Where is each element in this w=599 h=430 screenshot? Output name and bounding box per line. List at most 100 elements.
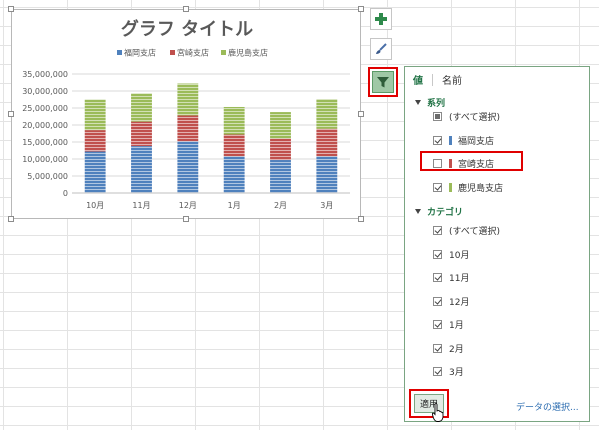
resize-handle-left[interactable] — [8, 111, 14, 117]
checkbox[interactable] — [433, 225, 442, 235]
y-tick-label: 10,000,000 — [22, 155, 68, 164]
select-data-link[interactable]: データの選択... — [516, 400, 579, 413]
y-tick-label: 25,000,000 — [22, 104, 68, 113]
series-item-fukuoka[interactable]: 福岡支店 — [433, 133, 494, 147]
category-item-nov[interactable]: 11月 — [433, 270, 469, 284]
x-tick-label: 2月 — [274, 201, 287, 210]
stacked-column-chart: グラフ タイトル 福岡支店 宮崎支店 鹿児島支店 0 5,000,000 10,000,… — [22, 18, 350, 210]
category-item-jan[interactable]: 1月 — [433, 317, 464, 331]
bar-segment[interactable] — [84, 151, 106, 193]
collapse-triangle-icon — [415, 209, 421, 214]
y-tick-label: 5,000,000 — [27, 172, 68, 181]
bar-segment[interactable] — [270, 112, 291, 139]
bar-segment[interactable] — [316, 156, 338, 193]
hand-cursor-icon — [432, 403, 444, 422]
category-section-header[interactable]: カテゴリ — [415, 205, 463, 218]
bar-segment[interactable] — [270, 138, 291, 161]
category-item-dec[interactable]: 12月 — [433, 294, 469, 308]
x-tick-label: 12月 — [179, 201, 197, 210]
legend-entry[interactable]: 鹿児島支店 — [228, 48, 268, 58]
bar-segment[interactable] — [177, 83, 199, 116]
chart-styles-button[interactable] — [370, 38, 392, 60]
category-item-oct[interactable]: 10月 — [433, 247, 469, 261]
resize-handle-top-right[interactable] — [358, 6, 364, 12]
bar-segment[interactable] — [270, 160, 291, 193]
y-tick-label: 30,000,000 — [22, 87, 68, 96]
resize-handle-top[interactable] — [183, 6, 189, 12]
category-header-label: カテゴリ — [427, 208, 464, 218]
bar-segment[interactable] — [316, 128, 338, 157]
chart-filters-button[interactable] — [368, 67, 398, 97]
series-item-label: 福岡支店 — [458, 136, 495, 147]
bar-segment[interactable] — [223, 106, 245, 135]
checkbox[interactable] — [433, 319, 442, 329]
bar-segment[interactable] — [177, 115, 199, 142]
resize-handle-bottom[interactable] — [183, 216, 189, 222]
legend-swatch — [117, 50, 122, 55]
x-tick-label: 11月 — [132, 201, 150, 210]
category-item-label: (すべて選択) — [449, 226, 501, 237]
checkbox[interactable] — [433, 272, 442, 282]
series-item-label: 鹿児島支店 — [458, 183, 504, 194]
legend-swatch — [221, 50, 226, 55]
x-tick-label: 3月 — [320, 201, 333, 210]
x-tick-label: 1月 — [228, 201, 241, 210]
category-item-label: 12月 — [449, 297, 470, 308]
x-tick-label: 10月 — [86, 201, 104, 210]
bar-segment[interactable] — [131, 146, 152, 193]
checkbox[interactable] — [433, 296, 442, 306]
bar-segment[interactable] — [223, 134, 245, 157]
checkbox[interactable] — [433, 182, 442, 192]
highlight-annotation — [420, 151, 523, 171]
resize-handle-bottom-left[interactable] — [8, 216, 14, 222]
category-item-label: 10月 — [449, 250, 470, 261]
tab-names[interactable]: 名前 — [442, 72, 462, 87]
y-tick-label: 15,000,000 — [22, 138, 68, 147]
plus-icon — [375, 13, 387, 25]
checkbox[interactable] — [433, 135, 442, 145]
resize-handle-top-left[interactable] — [8, 6, 14, 12]
chart-title[interactable]: グラフ タイトル — [121, 18, 253, 40]
checkbox[interactable] — [433, 111, 442, 121]
legend-swatch — [170, 50, 175, 55]
series-item-kagoshima[interactable]: 鹿児島支店 — [433, 180, 503, 194]
tab-values[interactable]: 値 — [413, 72, 423, 87]
bar-segment[interactable] — [131, 121, 152, 147]
checkbox[interactable] — [433, 366, 442, 376]
tab-divider — [432, 73, 433, 86]
bar-segment[interactable] — [177, 141, 199, 193]
chart-elements-button[interactable] — [370, 8, 392, 30]
series-header-label: 系列 — [427, 99, 446, 109]
category-item-mar[interactable]: 3月 — [433, 364, 464, 378]
bar-segment[interactable] — [84, 130, 106, 152]
bar-segment[interactable] — [223, 156, 245, 193]
plot-area[interactable] — [84, 83, 338, 193]
collapse-triangle-icon — [415, 100, 421, 105]
bar-segment[interactable] — [84, 99, 106, 131]
y-tick-label: 20,000,000 — [22, 121, 68, 130]
checkbox[interactable] — [433, 249, 442, 259]
legend-entry[interactable]: 福岡支店 — [124, 48, 156, 58]
series-color-swatch — [449, 182, 452, 192]
category-item-label: 1月 — [449, 320, 464, 331]
series-item-select-all[interactable]: (すべて選択) — [433, 109, 500, 123]
checkbox[interactable] — [433, 343, 442, 353]
y-tick-label: 35,000,000 — [22, 70, 68, 79]
category-item-label: 3月 — [449, 367, 464, 378]
paintbrush-icon — [376, 43, 387, 54]
category-item-label: 11月 — [449, 273, 470, 284]
bar-segment[interactable] — [131, 93, 152, 122]
legend-entry[interactable]: 宮崎支店 — [177, 48, 209, 58]
resize-handle-bottom-right[interactable] — [358, 216, 364, 222]
bar-segment[interactable] — [316, 99, 338, 129]
series-color-swatch — [449, 135, 452, 145]
chart-area[interactable]: グラフ タイトル 福岡支店 宮崎支店 鹿児島支店 0 5,000,000 10,000,… — [11, 9, 361, 219]
series-item-label: (すべて選択) — [449, 112, 501, 123]
chart-filters-panel: 値 名前 系列 (すべて選択) 福岡支店 宮崎支店 鹿児島支店 カテゴリ (すべ… — [404, 66, 590, 422]
series-section-header[interactable]: 系列 — [415, 96, 445, 109]
resize-handle-right[interactable] — [358, 111, 364, 117]
category-axis[interactable]: 10月 11月 12月 1月 2月 3月 — [72, 192, 350, 210]
category-item-feb[interactable]: 2月 — [433, 341, 464, 355]
category-item-select-all[interactable]: (すべて選択) — [433, 223, 500, 237]
chart-legend[interactable]: 福岡支店 宮崎支店 鹿児島支店 — [117, 48, 268, 58]
